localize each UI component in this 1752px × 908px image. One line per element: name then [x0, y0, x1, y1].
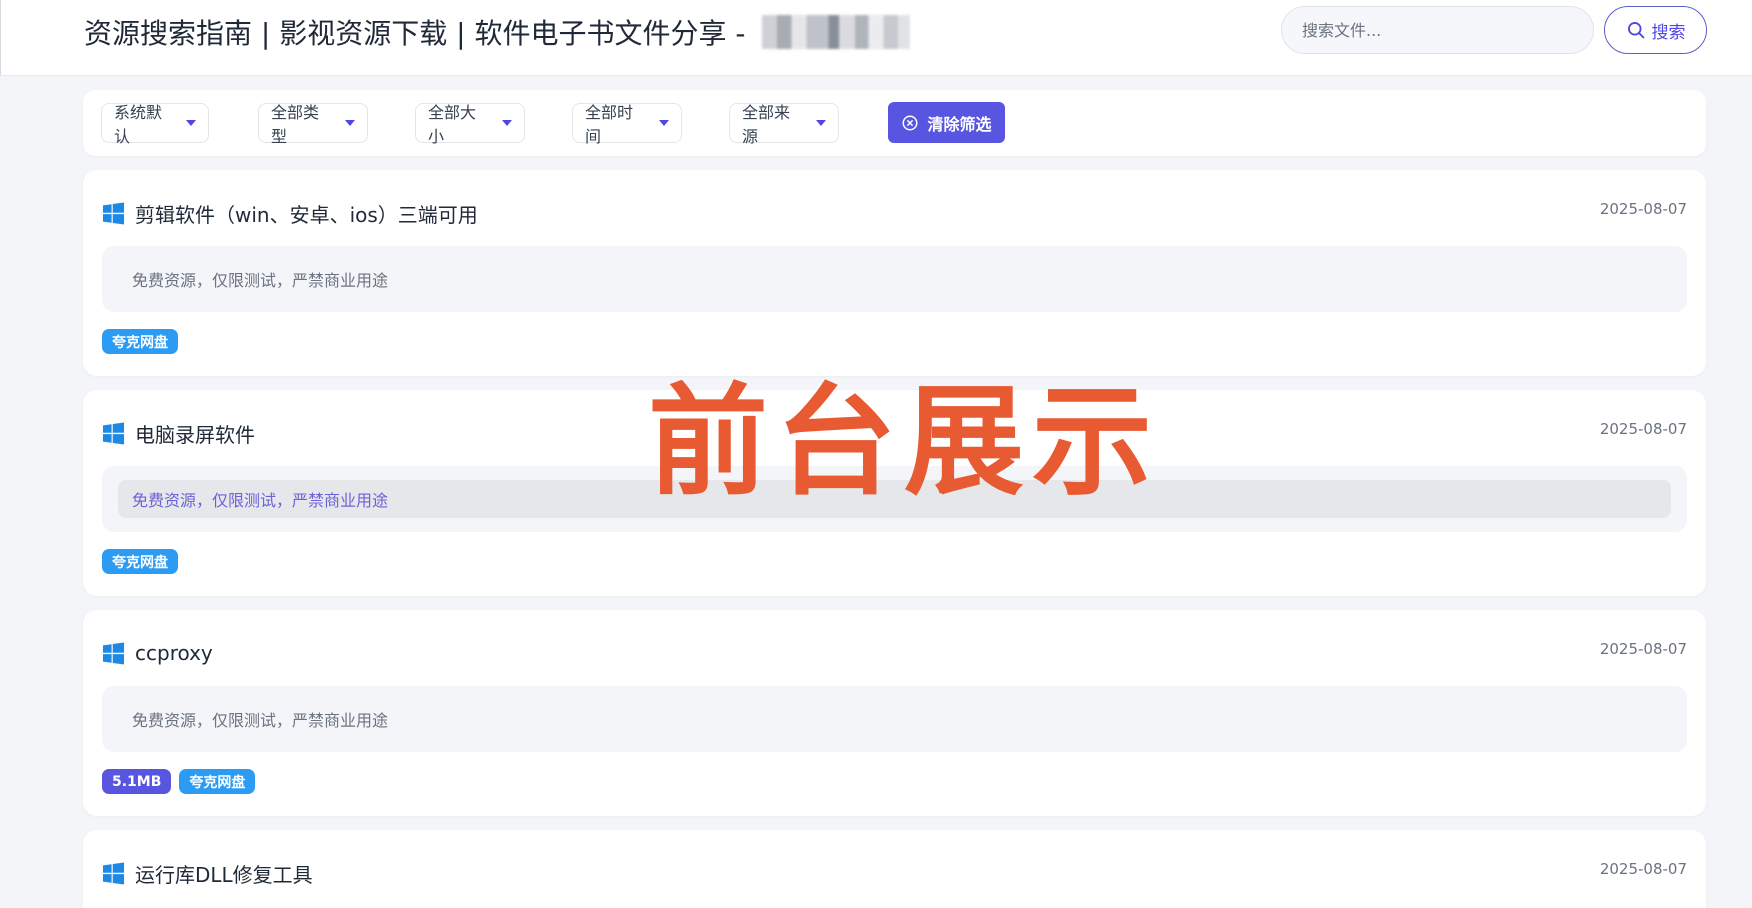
top-header: 资源搜索指南 | 影视资源下载 | 软件电子书文件分享 - 搜索	[0, 0, 1752, 76]
clear-filters-button[interactable]: 清除筛选	[888, 102, 1005, 143]
source-dropdown[interactable]: 全部来源	[729, 103, 839, 146]
redacted-site-name	[762, 15, 911, 49]
windows-icon	[102, 641, 125, 665]
caret-down-icon	[345, 120, 355, 126]
size-tag: 5.1MB	[102, 769, 172, 794]
source-tag: 夸克网盘	[179, 769, 256, 794]
source-tag: 夸克网盘	[102, 549, 178, 574]
type-dropdown[interactable]: 全部类型	[258, 103, 368, 146]
card-description-text: 免费资源，仅限测试，严禁商业用途	[132, 271, 389, 290]
site-title[interactable]: 资源搜索指南 | 影视资源下载 | 软件电子书文件分享 -	[84, 14, 911, 54]
card-title-row: ccproxy	[102, 638, 213, 668]
caret-down-icon	[502, 120, 512, 126]
card-tags: 5.1MB 夸克网盘	[102, 769, 256, 794]
caret-down-icon	[816, 120, 826, 126]
filter-bar: 系统默认 全部类型 全部大小 全部时间 全部来源 清除筛选	[83, 90, 1706, 156]
resource-card[interactable]: 剪辑软件（win、安卓、ios）三端可用 2025-08-07 免费资源，仅限测…	[83, 170, 1706, 376]
card-date: 2025-08-07	[1599, 860, 1687, 878]
search-button-label: 搜索	[1651, 22, 1686, 43]
card-description: 免费资源，仅限测试，严禁商业用途	[102, 466, 1687, 532]
caret-down-icon	[659, 120, 669, 126]
card-title[interactable]: 剪辑软件（win、安卓、ios）三端可用	[135, 199, 478, 228]
resource-card[interactable]: 运行库DLL修复工具 2025-08-07	[83, 830, 1706, 908]
card-date: 2025-08-07	[1599, 420, 1687, 438]
site-title-text: 资源搜索指南 | 影视资源下载 | 软件电子书文件分享 -	[84, 17, 755, 50]
resource-card[interactable]: 电脑录屏软件 2025-08-07 免费资源，仅限测试，严禁商业用途 夸克网盘	[83, 390, 1706, 596]
card-title-row: 运行库DLL修复工具	[102, 858, 313, 888]
windows-icon	[102, 421, 125, 445]
card-title-row: 剪辑软件（win、安卓、ios）三端可用	[102, 198, 478, 228]
windows-icon	[102, 201, 125, 225]
card-title[interactable]: 运行库DLL修复工具	[135, 859, 313, 888]
card-title[interactable]: 电脑录屏软件	[135, 419, 255, 448]
card-title-row: 电脑录屏软件	[102, 418, 255, 448]
card-date: 2025-08-07	[1599, 640, 1687, 658]
search-input[interactable]	[1281, 6, 1594, 54]
type-dropdown-label: 全部类型	[271, 103, 320, 146]
windows-icon	[102, 861, 125, 885]
size-dropdown[interactable]: 全部大小	[415, 103, 525, 146]
time-dropdown[interactable]: 全部时间	[572, 103, 682, 146]
card-description-text: 免费资源，仅限测试，严禁商业用途	[132, 711, 389, 730]
clear-filters-label: 清除筛选	[927, 114, 992, 134]
search-button[interactable]: 搜索	[1604, 6, 1707, 54]
card-description: 免费资源，仅限测试，严禁商业用途	[102, 246, 1687, 312]
card-description-highlight: 免费资源，仅限测试，严禁商业用途	[118, 480, 1671, 518]
card-tags: 夸克网盘	[102, 549, 178, 574]
caret-down-icon	[186, 120, 196, 126]
resource-card[interactable]: ccproxy 2025-08-07 免费资源，仅限测试，严禁商业用途 5.1M…	[83, 610, 1706, 816]
sort-dropdown-label: 系统默认	[114, 103, 163, 146]
source-tag: 夸克网盘	[102, 329, 178, 354]
card-date: 2025-08-07	[1599, 200, 1687, 218]
source-dropdown-label: 全部来源	[742, 103, 791, 146]
size-dropdown-label: 全部大小	[428, 103, 477, 146]
sort-dropdown[interactable]: 系统默认	[101, 103, 209, 146]
time-dropdown-label: 全部时间	[585, 103, 634, 146]
card-description: 免费资源，仅限测试，严禁商业用途	[102, 686, 1687, 752]
page: 资源搜索指南 | 影视资源下载 | 软件电子书文件分享 - 搜索 系统默认 全部…	[0, 0, 1752, 908]
card-description-text: 免费资源，仅限测试，严禁商业用途	[132, 491, 389, 510]
close-circle-icon	[902, 115, 918, 130]
card-title[interactable]: ccproxy	[135, 641, 213, 665]
search-icon	[1627, 22, 1644, 39]
card-tags: 夸克网盘	[102, 329, 178, 354]
